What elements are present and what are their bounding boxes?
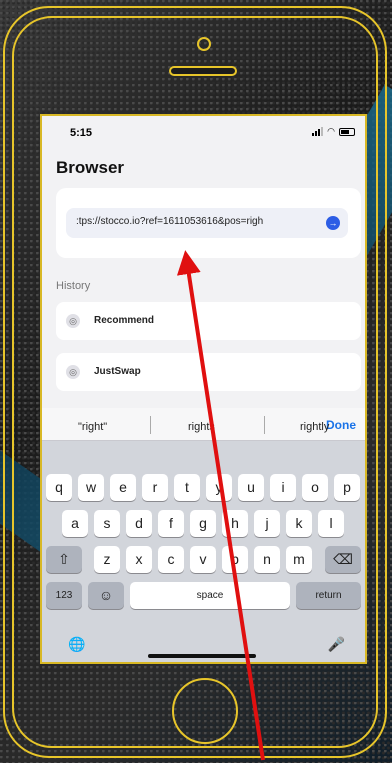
arrow-line [176, 250, 265, 761]
red-arrow-annotation [176, 250, 265, 761]
